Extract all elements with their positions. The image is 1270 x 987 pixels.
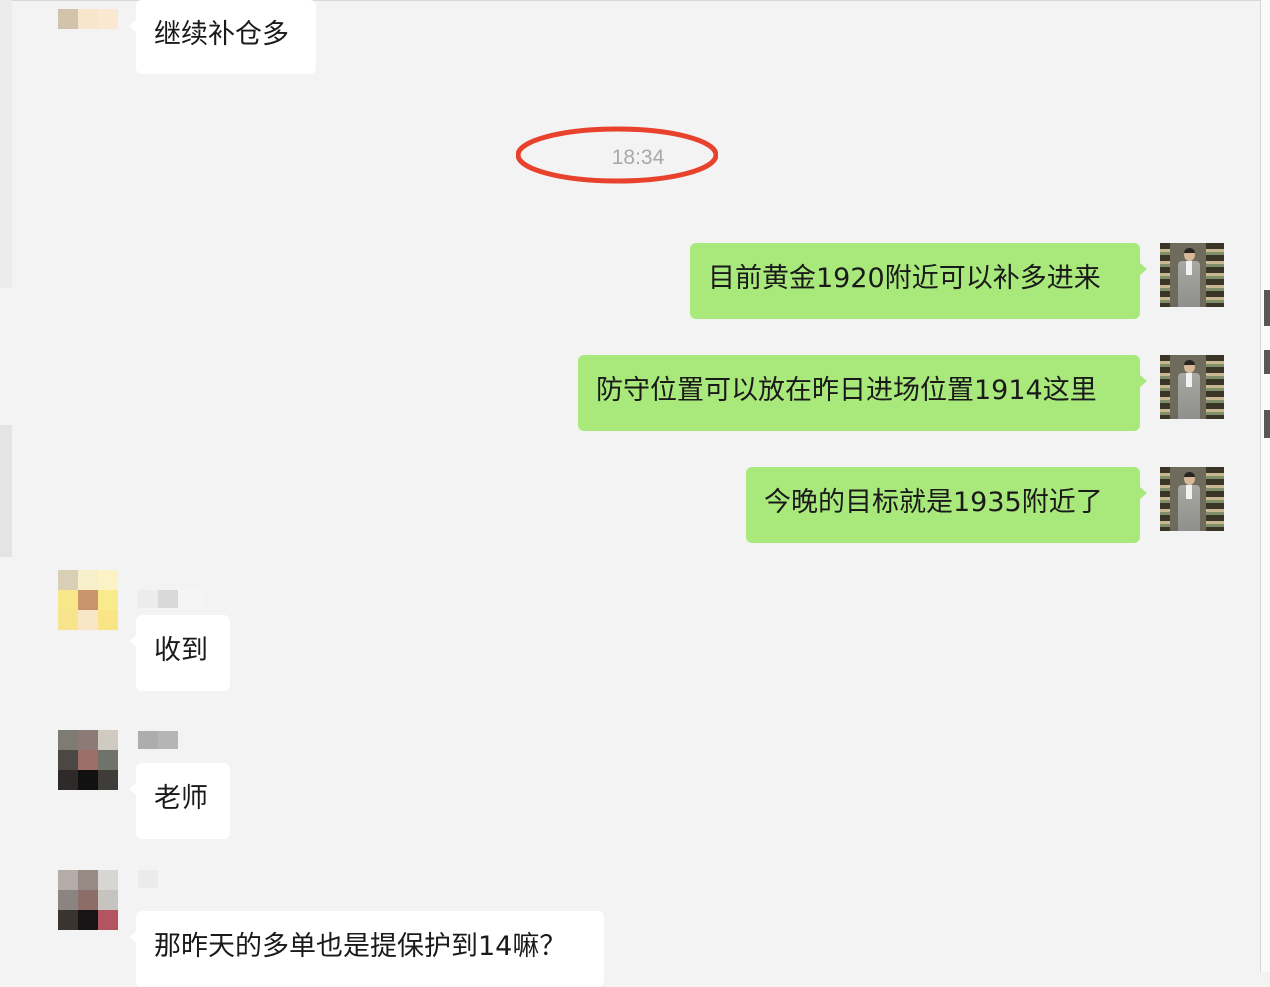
my-avatar[interactable] <box>1160 355 1224 419</box>
incoming-message-bubble[interactable]: 老师 <box>129 763 230 839</box>
incoming-message-bubble[interactable]: 那昨天的多单也是提保护到14嘛？ <box>129 911 604 987</box>
sender-name-blurred <box>138 590 204 608</box>
sender-avatar[interactable] <box>58 870 118 930</box>
chat-message-area[interactable]: 继续补仓多 18:34 目前黄金1920附近可以补多进来 防守位置可以放在昨日进… <box>0 0 1270 987</box>
message-text: 收到 <box>154 635 208 666</box>
highlight-ring <box>516 126 718 184</box>
left-panel-edge-lower <box>0 425 12 557</box>
sender-name-blurred <box>138 870 158 888</box>
right-edge-glyph <box>1264 410 1270 438</box>
outgoing-message-bubble[interactable]: 目前黄金1920附近可以补多进来 <box>690 243 1147 319</box>
left-panel-edge <box>0 0 12 288</box>
outgoing-message-bubble[interactable]: 今晚的目标就是1935附近了 <box>746 467 1147 543</box>
message-text: 老师 <box>154 783 208 814</box>
message-text: 目前黄金1920附近可以补多进来 <box>708 263 1101 294</box>
incoming-message-bubble[interactable]: 收到 <box>129 615 230 691</box>
sender-avatar[interactable] <box>58 9 118 29</box>
my-avatar[interactable] <box>1160 243 1224 307</box>
sender-name-blurred <box>138 731 178 749</box>
right-panel-edge <box>1260 0 1270 972</box>
message-text: 防守位置可以放在昨日进场位置1914这里 <box>596 375 1097 406</box>
right-edge-glyph <box>1264 290 1270 326</box>
message-text: 那昨天的多单也是提保护到14嘛？ <box>154 931 567 962</box>
sender-avatar[interactable] <box>58 570 118 630</box>
outgoing-message-bubble[interactable]: 防守位置可以放在昨日进场位置1914这里 <box>578 355 1147 431</box>
right-edge-glyph <box>1264 350 1270 374</box>
my-avatar[interactable] <box>1160 467 1224 531</box>
message-text: 今晚的目标就是1935附近了 <box>764 487 1103 518</box>
sender-avatar[interactable] <box>58 730 118 790</box>
incoming-message-bubble[interactable]: 继续补仓多 <box>129 0 316 74</box>
message-text: 继续补仓多 <box>154 19 289 50</box>
